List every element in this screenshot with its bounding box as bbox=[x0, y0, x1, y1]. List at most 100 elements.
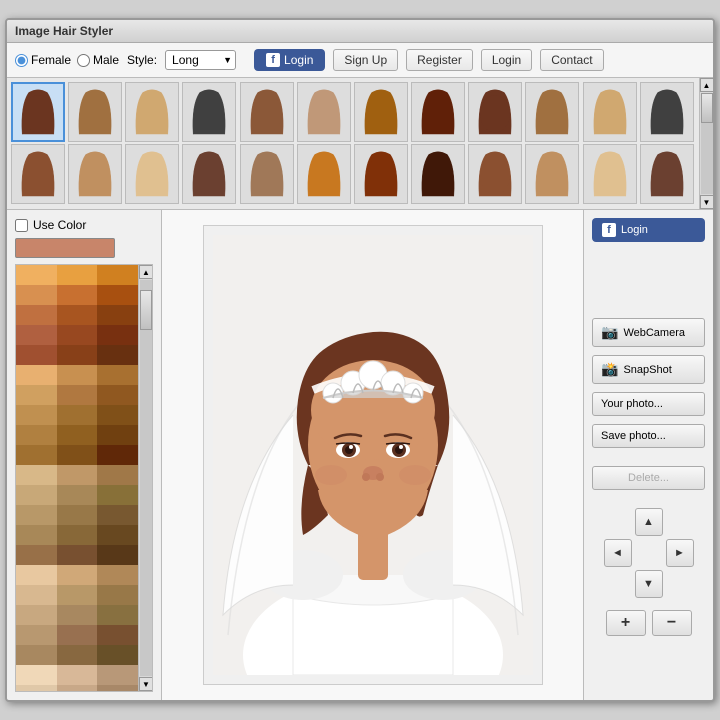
swatch-item[interactable] bbox=[240, 144, 294, 204]
color-cell[interactable] bbox=[57, 385, 98, 405]
color-cell[interactable] bbox=[57, 685, 98, 691]
color-cell[interactable] bbox=[16, 345, 57, 365]
swatch-item[interactable] bbox=[411, 144, 465, 204]
color-cell[interactable] bbox=[57, 405, 98, 425]
color-cell[interactable] bbox=[16, 365, 57, 385]
swatch-item[interactable] bbox=[354, 82, 408, 142]
color-cell[interactable] bbox=[97, 585, 138, 605]
zoom-in-button[interactable]: + bbox=[606, 610, 646, 636]
color-cell[interactable] bbox=[16, 385, 57, 405]
color-cell[interactable] bbox=[97, 485, 138, 505]
swatch-item[interactable] bbox=[411, 82, 465, 142]
color-cell[interactable] bbox=[57, 525, 98, 545]
swatch-item[interactable] bbox=[583, 82, 637, 142]
color-cell[interactable] bbox=[16, 505, 57, 525]
color-cell[interactable] bbox=[16, 545, 57, 565]
your-photo-button[interactable]: Your photo... bbox=[592, 392, 705, 416]
color-cell[interactable] bbox=[97, 505, 138, 525]
color-palette[interactable]: ▲ ▼ bbox=[15, 264, 153, 692]
swatch-item[interactable] bbox=[11, 144, 65, 204]
color-cell[interactable] bbox=[16, 485, 57, 505]
color-cell[interactable] bbox=[16, 405, 57, 425]
swatch-item[interactable] bbox=[354, 144, 408, 204]
color-cell[interactable] bbox=[57, 505, 98, 525]
signup-button[interactable]: Sign Up bbox=[333, 49, 398, 71]
use-color-checkbox[interactable] bbox=[15, 219, 28, 232]
color-cell[interactable] bbox=[57, 425, 98, 445]
color-cell[interactable] bbox=[16, 325, 57, 345]
color-cell[interactable] bbox=[97, 685, 138, 691]
palette-scroll-thumb[interactable] bbox=[140, 290, 152, 330]
female-radio-label[interactable]: Female bbox=[15, 53, 71, 67]
snapshot-button[interactable]: 📸 SnapShot bbox=[592, 355, 705, 384]
color-cell[interactable] bbox=[97, 625, 138, 645]
color-cell[interactable] bbox=[16, 585, 57, 605]
color-cell[interactable] bbox=[97, 465, 138, 485]
color-cell[interactable] bbox=[16, 425, 57, 445]
swatch-item[interactable] bbox=[240, 82, 294, 142]
color-cell[interactable] bbox=[57, 285, 98, 305]
color-cell[interactable] bbox=[97, 365, 138, 385]
color-cell[interactable] bbox=[97, 345, 138, 365]
color-cell[interactable] bbox=[57, 305, 98, 325]
swatch-item[interactable] bbox=[11, 82, 65, 142]
color-cell[interactable] bbox=[97, 565, 138, 585]
color-cell[interactable] bbox=[16, 265, 57, 285]
color-cell[interactable] bbox=[97, 305, 138, 325]
color-cell[interactable] bbox=[97, 445, 138, 465]
swatch-item[interactable] bbox=[525, 144, 579, 204]
fb-connect-button[interactable]: f Login bbox=[592, 218, 705, 242]
swatch-item[interactable] bbox=[583, 144, 637, 204]
color-cell[interactable] bbox=[57, 445, 98, 465]
color-cell[interactable] bbox=[16, 465, 57, 485]
color-cell[interactable] bbox=[57, 585, 98, 605]
color-cell[interactable] bbox=[97, 545, 138, 565]
male-radio-label[interactable]: Male bbox=[77, 53, 119, 67]
color-cell[interactable] bbox=[57, 325, 98, 345]
register-button[interactable]: Register bbox=[406, 49, 473, 71]
zoom-out-button[interactable]: − bbox=[652, 610, 692, 636]
swatch-item[interactable] bbox=[640, 144, 694, 204]
swatch-item[interactable] bbox=[297, 144, 351, 204]
color-swatch-bar[interactable] bbox=[15, 238, 115, 258]
color-cell[interactable] bbox=[16, 525, 57, 545]
swatch-item[interactable] bbox=[125, 82, 179, 142]
swatch-item[interactable] bbox=[297, 82, 351, 142]
swatch-item[interactable] bbox=[125, 144, 179, 204]
color-cell[interactable] bbox=[57, 605, 98, 625]
male-radio[interactable] bbox=[77, 54, 90, 67]
delete-button[interactable]: Delete... bbox=[592, 466, 705, 490]
color-cell[interactable] bbox=[57, 665, 98, 685]
login-button[interactable]: Login bbox=[481, 49, 532, 71]
color-cell[interactable] bbox=[16, 685, 57, 691]
color-cell[interactable] bbox=[16, 625, 57, 645]
webcamera-button[interactable]: 📷 WebCamera bbox=[592, 318, 705, 347]
scroll-thumb[interactable] bbox=[701, 93, 713, 123]
color-cell[interactable] bbox=[97, 385, 138, 405]
color-cell[interactable] bbox=[16, 565, 57, 585]
nav-right-button[interactable]: ► bbox=[666, 539, 694, 567]
fb-login-button[interactable]: f Login bbox=[254, 49, 325, 71]
color-cell[interactable] bbox=[57, 485, 98, 505]
color-cell[interactable] bbox=[16, 665, 57, 685]
color-cell[interactable] bbox=[57, 625, 98, 645]
swatch-item[interactable] bbox=[182, 144, 236, 204]
swatch-item[interactable] bbox=[182, 82, 236, 142]
female-radio[interactable] bbox=[15, 54, 28, 67]
color-cell[interactable] bbox=[97, 525, 138, 545]
color-cell[interactable] bbox=[57, 565, 98, 585]
color-cell[interactable] bbox=[16, 285, 57, 305]
color-cell[interactable] bbox=[97, 425, 138, 445]
scroll-up-arrow[interactable]: ▲ bbox=[700, 78, 714, 92]
color-cell[interactable] bbox=[57, 465, 98, 485]
swatch-item[interactable] bbox=[640, 82, 694, 142]
palette-scroll-up[interactable]: ▲ bbox=[139, 265, 153, 279]
swatch-item[interactable] bbox=[68, 144, 122, 204]
nav-up-button[interactable]: ▲ bbox=[635, 508, 663, 536]
save-photo-button[interactable]: Save photo... bbox=[592, 424, 705, 448]
nav-left-button[interactable]: ◄ bbox=[604, 539, 632, 567]
swatch-item[interactable] bbox=[468, 82, 522, 142]
contact-button[interactable]: Contact bbox=[540, 49, 603, 71]
color-cell[interactable] bbox=[16, 305, 57, 325]
style-select[interactable]: Long Short Medium Curly bbox=[165, 50, 236, 70]
